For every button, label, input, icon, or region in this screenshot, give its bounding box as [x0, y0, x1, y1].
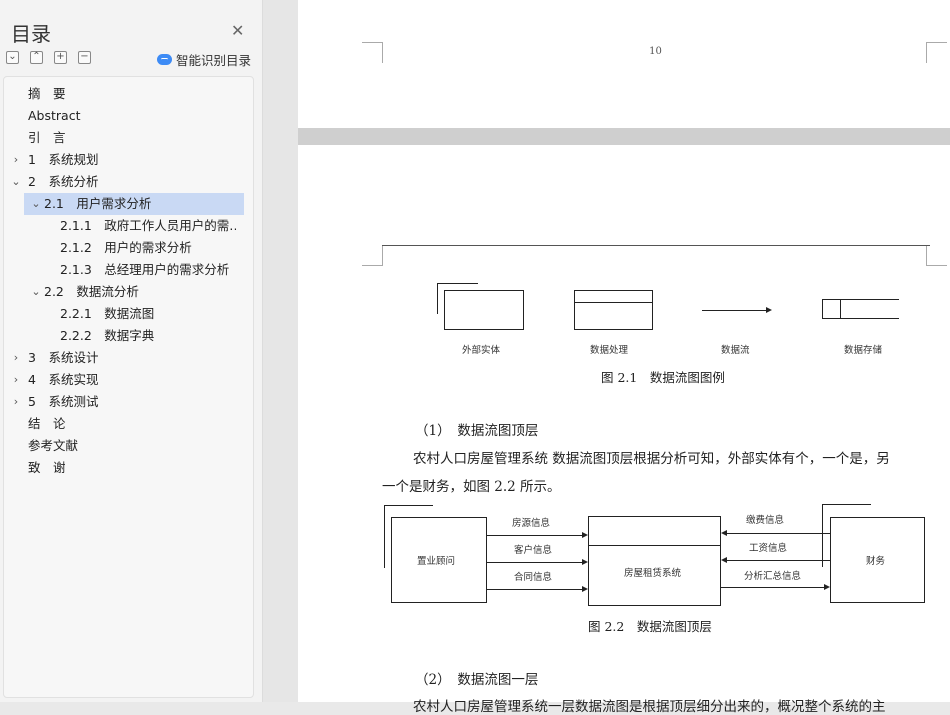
toc-item-abstract-cn[interactable]: 摘 要	[28, 83, 66, 105]
toc-item-ch5[interactable]: 5 系统测试	[28, 391, 98, 413]
flow-arrow	[727, 560, 830, 561]
dfd-process	[588, 516, 721, 606]
close-icon[interactable]: ✕	[231, 21, 244, 40]
arrow-head-icon	[582, 586, 588, 592]
flow-label: 房源信息	[512, 518, 551, 529]
toc-list: 摘 要 Abstract 引 言 › 1 系统规划 ⌄ 2 系统分析 2.1 用…	[3, 76, 254, 698]
legend-external-entity-shape	[444, 290, 524, 330]
section-heading: （1） 数据流图顶层	[415, 423, 539, 439]
document-page: 外部实体 数据处理 数据流 数据存储 图 2.1 数据流图图例 （1） 数据流图…	[298, 145, 950, 715]
chevron-down-icon[interactable]: ⌄	[30, 281, 42, 303]
dfd-process-label: 房屋租赁系统	[624, 568, 682, 579]
arrow-head-icon	[721, 557, 727, 563]
panel-splitter[interactable]	[263, 0, 298, 702]
section-heading: （2） 数据流图一层	[415, 672, 539, 688]
smart-toc-label: 智能识别目录	[176, 53, 252, 68]
chevron-right-icon[interactable]: ›	[10, 369, 22, 391]
smart-toc-button[interactable]: 智能识别目录	[157, 50, 251, 69]
toc-item-ch3[interactable]: 3 系统设计	[28, 347, 98, 369]
legend-flow-label: 数据流	[721, 345, 750, 356]
toc-item-conclusion[interactable]: 结 论	[28, 413, 66, 435]
arrow-head-icon	[824, 584, 830, 590]
margin-corner-mark	[926, 245, 947, 266]
figure-caption: 图 2.1 数据流图图例	[601, 370, 725, 385]
dfd-entity-right-label: 财务	[866, 556, 886, 567]
legend-process-shape	[574, 290, 653, 330]
paragraph-line: 一个是财务，如图 2.2 所示。	[382, 479, 561, 495]
arrow-head-icon	[766, 307, 772, 313]
remove-heading-icon[interactable]: −	[78, 51, 91, 64]
chevron-down-icon[interactable]: ⌄	[10, 171, 22, 193]
flow-arrow	[727, 533, 830, 534]
page-gap	[298, 128, 950, 145]
toc-item-2-2[interactable]: 2.2 数据流分析	[44, 281, 139, 303]
legend-process-label: 数据处理	[590, 345, 629, 356]
toc-item-thanks[interactable]: 致 谢	[28, 457, 66, 479]
toc-item-2-1-selected[interactable]: 2.1 用户需求分析	[24, 193, 244, 215]
toc-item-references[interactable]: 参考文献	[28, 435, 78, 457]
arrow-head-icon	[582, 559, 588, 565]
collapse-all-icon[interactable]: ⌄	[6, 51, 19, 64]
flow-label: 缴费信息	[746, 515, 785, 526]
figure-caption: 图 2.2 数据流图顶层	[588, 619, 712, 634]
toc-panel: 目录 ✕ ⌄ ⌃ + − 智能识别目录 摘 要 Abstract 引 言 › 1…	[0, 0, 263, 702]
header-rule	[382, 245, 930, 246]
toc-item-2-1-3[interactable]: 2.1.3 总经理用户的需求分析	[60, 259, 229, 281]
toc-item-ch2[interactable]: 2 系统分析	[28, 171, 98, 193]
toc-item-2-2-2[interactable]: 2.2.2 数据字典	[60, 325, 154, 347]
add-heading-icon[interactable]: +	[54, 51, 67, 64]
paragraph-line: 农村人口房屋管理系统 数据流图顶层根据分析可知，外部实体有个，一个是，另	[413, 451, 890, 467]
toc-item-ch4[interactable]: 4 系统实现	[28, 369, 98, 391]
expand-icon[interactable]: ⌃	[30, 51, 43, 64]
legend-store-shape	[822, 299, 899, 319]
toc-item-abstract[interactable]: Abstract	[28, 105, 80, 127]
flow-arrow	[487, 562, 582, 563]
chevron-right-icon[interactable]: ›	[10, 391, 22, 413]
document-page: 10	[298, 0, 950, 128]
paragraph-line: 农村人口房屋管理系统一层数据流图是根据顶层细分出来的，概况整个系统的主	[413, 699, 886, 715]
toc-item-2-1-2[interactable]: 2.1.2 用户的需求分析	[60, 237, 192, 259]
legend-external-entity-label: 外部实体	[462, 345, 501, 356]
toc-item-ch1[interactable]: 1 系统规划	[28, 149, 98, 171]
arrow-head-icon	[582, 532, 588, 538]
flow-arrow	[487, 535, 582, 536]
toc-item-2-1-label: 2.1 用户需求分析	[44, 196, 152, 211]
page-number: 10	[649, 46, 662, 57]
flow-label: 客户信息	[514, 545, 553, 556]
ai-cloud-icon	[157, 54, 172, 65]
legend-store-label: 数据存储	[844, 345, 883, 356]
flow-label: 合同信息	[514, 572, 553, 583]
margin-corner-mark	[362, 245, 383, 266]
chevron-down-icon[interactable]: ⌄	[30, 193, 42, 215]
toc-item-2-2-1[interactable]: 2.2.1 数据流图	[60, 303, 154, 325]
flow-arrow	[487, 589, 582, 590]
chevron-right-icon[interactable]: ›	[10, 347, 22, 369]
dfd-entity-left-label: 置业顾问	[417, 556, 456, 567]
chevron-right-icon[interactable]: ›	[10, 149, 22, 171]
arrow-head-icon	[721, 530, 727, 536]
panel-title: 目录	[11, 22, 51, 46]
toc-item-2-1-1[interactable]: 2.1.1 政府工作人员用户的需…	[60, 215, 236, 237]
flow-arrow	[721, 587, 824, 588]
legend-flow-arrow	[702, 310, 768, 311]
toc-item-intro[interactable]: 引 言	[28, 127, 66, 149]
flow-label: 工资信息	[749, 543, 788, 554]
flow-label: 分析汇总信息	[744, 571, 802, 582]
